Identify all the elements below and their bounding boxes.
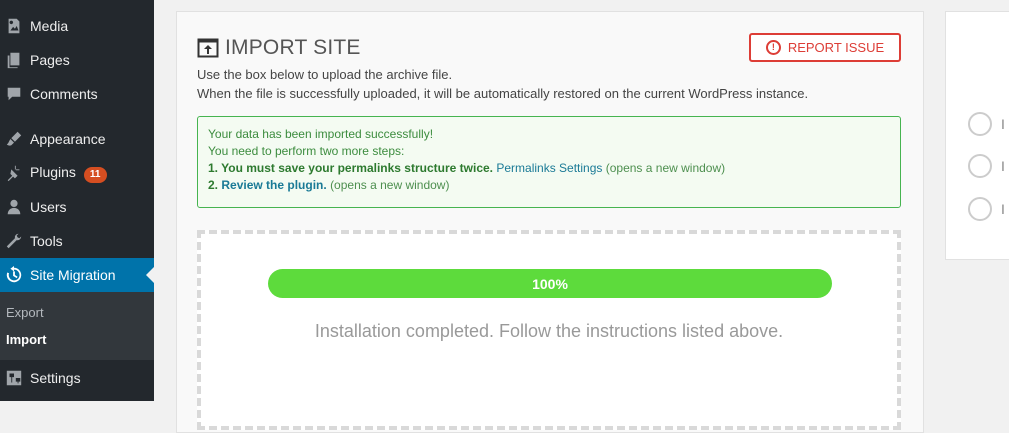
submenu-item-export[interactable]: Export [6, 305, 44, 320]
sidebar-item-appearance[interactable]: Appearance [0, 122, 154, 156]
radio-label: I [1001, 158, 1005, 174]
notice-line-2: You need to perform two more steps: [208, 144, 405, 158]
sidebar-item-label-text: Plugins [30, 163, 76, 180]
step-2-note: (opens a new window) [330, 178, 450, 192]
sidebar-item-label: Appearance [30, 131, 106, 147]
sidebar-item-media[interactable]: Media [0, 9, 154, 43]
sidebar-item-label: Media [30, 18, 69, 34]
notice-step-2: 2. Review the plugin. (opens a new windo… [208, 177, 890, 194]
pages-icon [4, 50, 24, 70]
progress-bar: 100% [268, 269, 832, 298]
report-issue-button[interactable]: ! REPORT ISSUE [749, 33, 901, 62]
appearance-icon [4, 129, 24, 149]
report-issue-label: REPORT ISSUE [787, 40, 885, 55]
site-migration-icon [4, 265, 24, 285]
page-title: IMPORT SITE [225, 36, 361, 59]
step-2-number: 2. [208, 178, 219, 192]
sidebar-item-label: Site Migration [30, 267, 116, 283]
right-panel: I I I [945, 11, 1009, 260]
radio-button[interactable] [968, 197, 992, 221]
sidebar-item-comments[interactable]: Comments [0, 77, 154, 111]
status-message: Installation completed. Follow the instr… [314, 321, 784, 341]
sidebar-item-settings[interactable]: Settings [0, 361, 154, 395]
radio-option[interactable]: I [968, 197, 1005, 221]
radio-label: I [1001, 116, 1005, 132]
review-plugin-link[interactable]: Review the plugin. [221, 178, 326, 192]
submenu-item-import[interactable]: Import [6, 332, 46, 347]
sidebar-item-label: Settings [30, 370, 81, 386]
update-count-badge: 11 [83, 166, 107, 183]
sidebar-item-plugins[interactable]: Plugins 11 [0, 156, 154, 190]
sidebar-item-label: Comments [30, 86, 98, 102]
notice-line-1: Your data has been imported successfully… [208, 127, 434, 141]
sidebar-item-tools[interactable]: Tools [0, 224, 154, 258]
radio-option[interactable]: I [968, 154, 1005, 178]
radio-button[interactable] [968, 154, 992, 178]
alert-icon: ! [765, 40, 781, 55]
import-site-card: IMPORT SITE ! REPORT ISSUE Use the box b… [176, 11, 924, 433]
sidebar-item-label: Plugins 11 [30, 164, 107, 183]
tools-icon [4, 231, 24, 251]
sidebar-item-label: Users [30, 199, 67, 215]
description-line-1: Use the box below to upload the archive … [197, 67, 453, 82]
plugins-icon [4, 163, 24, 183]
notice-step-1: 1. You must save your permalinks structu… [208, 160, 890, 177]
page-title-wrap: IMPORT SITE [197, 36, 361, 60]
step-1-note: (opens a new window) [605, 161, 726, 175]
description-line-2: When the file is successfully uploaded, … [197, 86, 809, 101]
users-icon [4, 197, 24, 217]
media-icon [4, 16, 24, 36]
comments-icon [4, 84, 24, 104]
submenu: Export Import [0, 292, 154, 360]
progress-label: 100% [532, 275, 568, 292]
step-1-text: 1. You must save your permalinks structu… [208, 161, 493, 175]
settings-icon [4, 368, 24, 388]
sidebar-item-label: Tools [30, 233, 63, 249]
success-notice: Your data has been imported successfully… [197, 116, 901, 208]
sidebar-item-pages[interactable]: Pages [0, 43, 154, 77]
radio-option[interactable]: I [968, 112, 1005, 136]
upload-dropzone[interactable]: 100% Installation completed. Follow the … [197, 230, 901, 430]
sidebar-item-users[interactable]: Users [0, 190, 154, 224]
radio-label: I [1001, 201, 1005, 217]
sidebar-item-site-migration[interactable]: Site Migration [0, 258, 154, 292]
radio-button[interactable] [968, 112, 992, 136]
admin-sidebar: Media Pages Comments Appearance Plugins 1… [0, 0, 154, 401]
upload-icon [197, 38, 219, 58]
sidebar-item-label: Pages [30, 52, 70, 68]
permalinks-settings-link[interactable]: Permalinks Settings [496, 161, 602, 175]
